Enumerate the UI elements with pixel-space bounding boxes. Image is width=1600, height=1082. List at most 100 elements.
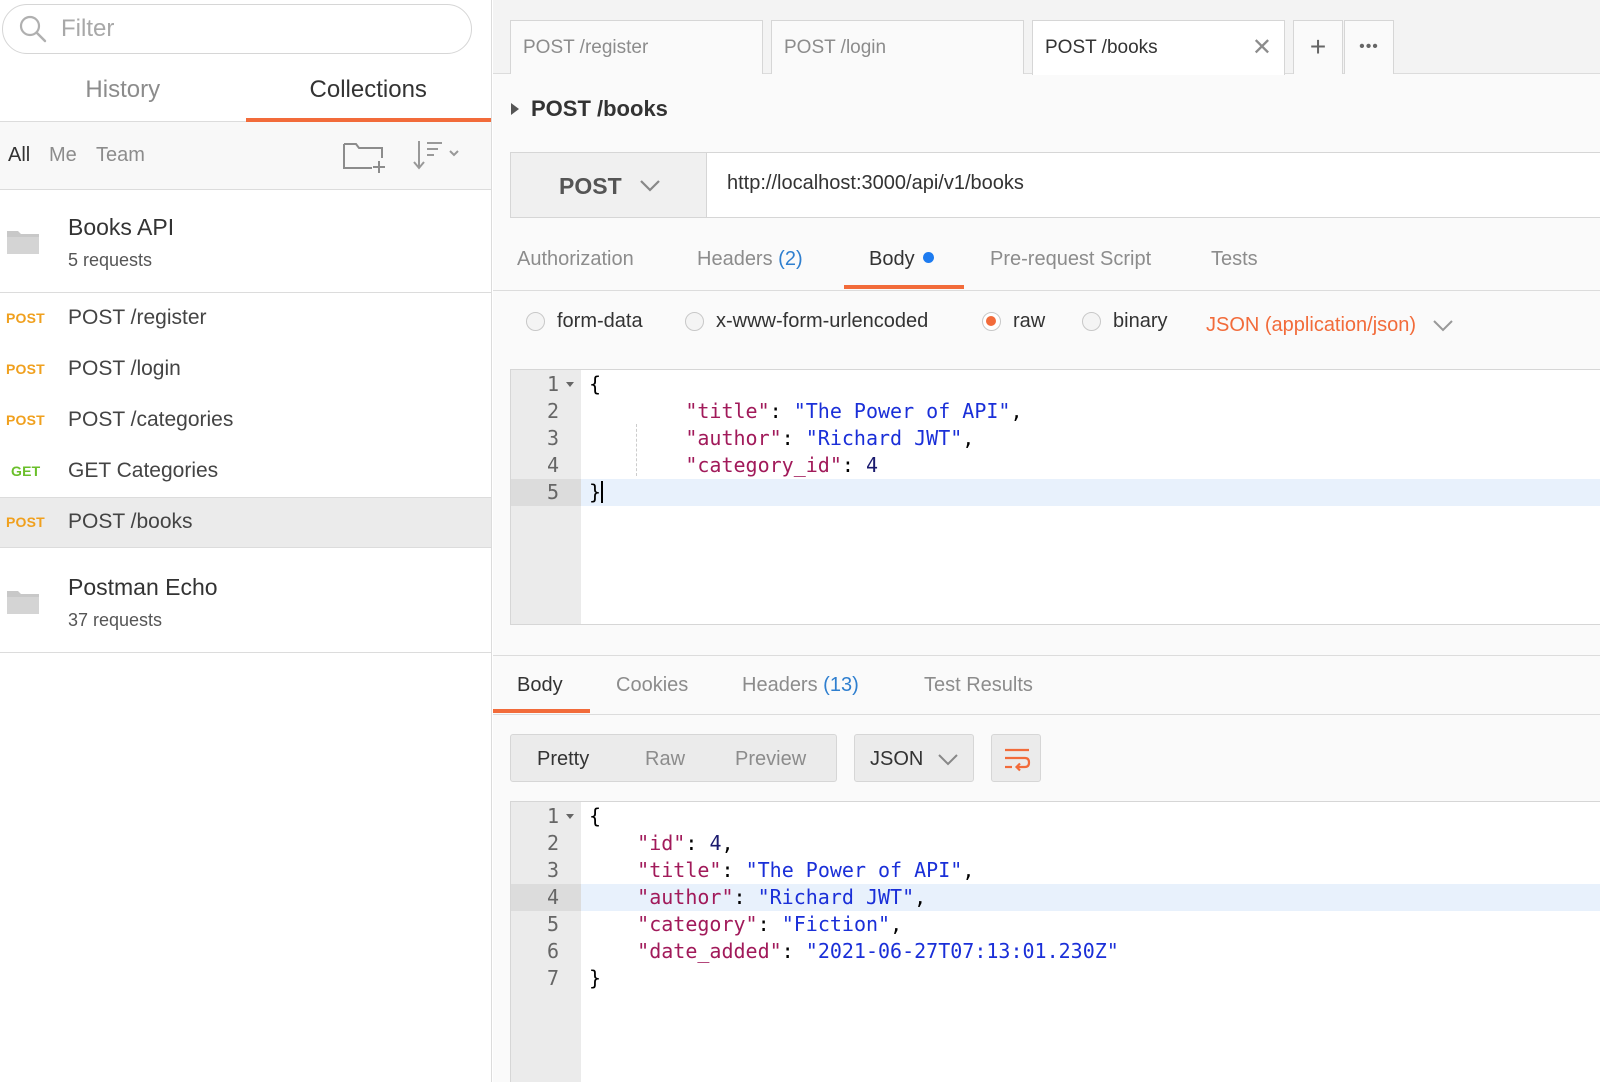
view-raw[interactable]: Raw <box>645 748 685 771</box>
chevron-down-icon <box>938 754 958 766</box>
code-line: 6 "date_added": "2021-06-27T07:13:01.230… <box>511 938 1600 965</box>
request-body-editor[interactable]: 1{ 2 "title": "The Power of API", 3 "aut… <box>510 369 1600 625</box>
code-value-text: Fiction <box>793 912 879 936</box>
new-folder-icon[interactable] <box>342 138 388 174</box>
close-icon[interactable]: ✕ <box>1252 33 1272 62</box>
request-title[interactable]: POST /books <box>511 96 668 122</box>
code-text: { <box>589 804 602 828</box>
tab-body[interactable]: Body <box>869 248 934 271</box>
tab-cookies[interactable]: Cookies <box>616 674 688 697</box>
tab-label: Headers <box>742 674 818 696</box>
code-line: 1{ <box>511 803 1600 830</box>
radio-circle <box>982 312 1001 331</box>
scope-all[interactable]: All <box>8 144 30 167</box>
url-bar: POST http://localhost:3000/api/v1/books <box>510 152 1600 218</box>
wrap-lines-button[interactable] <box>991 734 1041 782</box>
chevron-down-icon <box>1433 319 1453 331</box>
tab-authorization[interactable]: Authorization <box>517 248 634 271</box>
method-badge: POST <box>6 361 45 377</box>
line-number: 2 <box>546 399 559 423</box>
collection-name: Books API <box>68 214 175 240</box>
list-item-selected[interactable]: POST POST /books <box>0 497 491 548</box>
code-line: 4 "category_id": 4 <box>511 452 1600 479</box>
content-type-select[interactable]: JSON (application/json) <box>1206 314 1454 337</box>
response-body-viewer[interactable]: 1{ 2 "id": 4, 3 "title": "The Power of A… <box>510 801 1600 1082</box>
code-text: } <box>589 480 604 504</box>
sidebar: History Collections All Me Team Books AP… <box>0 0 492 1082</box>
line-number: 4 <box>511 884 581 911</box>
collection-postman-echo[interactable]: Postman Echo 37 requests <box>0 550 491 653</box>
request-name: POST /login <box>68 357 181 380</box>
tab-post-register[interactable]: POST /register <box>510 20 763 74</box>
radio-circle <box>685 312 704 331</box>
list-item[interactable]: POST POST /categories <box>0 396 491 447</box>
radio-x-www-form-urlencoded[interactable]: x-www-form-urlencoded <box>685 310 928 333</box>
tab-pre-request-script[interactable]: Pre-request Script <box>990 248 1151 271</box>
code-text: } <box>589 966 602 990</box>
tab-test-results[interactable]: Test Results <box>924 674 1033 697</box>
fold-icon[interactable] <box>566 382 574 387</box>
tab-label: POST /books <box>1045 37 1158 58</box>
tab-response-body[interactable]: Body <box>517 674 563 697</box>
list-item[interactable]: POST POST /login <box>0 345 491 396</box>
tab-post-login[interactable]: POST /login <box>771 20 1024 74</box>
view-pretty[interactable]: Pretty <box>537 748 589 771</box>
code-line: 2 "title": "The Power of API", <box>511 398 1600 425</box>
code-text: "category": "Fiction", <box>637 912 903 936</box>
tab-history[interactable]: History <box>0 62 246 121</box>
method-badge: POST <box>6 412 45 428</box>
list-item[interactable]: GET GET Categories <box>0 447 491 498</box>
radio-circle <box>1082 312 1101 331</box>
collection-books-api[interactable]: Books API 5 requests <box>0 190 491 293</box>
code-line: 5} <box>511 479 1600 506</box>
code-line: 7} <box>511 965 1600 992</box>
list-item[interactable]: POST POST /register <box>0 294 491 345</box>
code-text: "category_id": 4 <box>685 453 879 477</box>
code-value-text: Richard JWT <box>769 885 903 909</box>
filter-input[interactable] <box>61 15 441 43</box>
request-tabbar: POST /register POST /login POST /books ✕… <box>493 0 1600 75</box>
url-input[interactable]: http://localhost:3000/api/v1/books <box>727 172 1024 195</box>
fold-icon[interactable] <box>566 814 574 819</box>
collection-count: 5 requests <box>68 250 153 270</box>
tab-collections[interactable]: Collections <box>245 62 492 122</box>
headers-count: (13) <box>823 674 859 696</box>
format-value: JSON <box>870 748 924 770</box>
code-text: "title": "The Power of API", <box>637 858 975 882</box>
collection-name: Postman Echo <box>68 574 218 600</box>
more-tabs-button[interactable]: ••• <box>1344 20 1394 74</box>
request-name: POST /categories <box>68 408 234 431</box>
radio-label: binary <box>1113 310 1168 332</box>
scope-team[interactable]: Team <box>96 144 145 167</box>
view-preview[interactable]: Preview <box>735 748 806 771</box>
line-number: 4 <box>546 453 559 477</box>
active-tab-indicator <box>493 709 590 713</box>
line-number: 6 <box>546 939 559 963</box>
code-value: "The Power of API" <box>793 399 1011 423</box>
code-value-text: Richard JWT <box>817 426 951 450</box>
tab-post-books[interactable]: POST /books ✕ <box>1032 20 1285 75</box>
filter-box[interactable] <box>2 4 472 54</box>
request-name: POST /books <box>68 510 193 533</box>
tab-headers[interactable]: Headers (2) <box>697 248 803 271</box>
tab-response-headers[interactable]: Headers (13) <box>742 674 859 697</box>
scope-me[interactable]: Me <box>49 144 77 167</box>
code-text: "id": 4, <box>637 831 734 855</box>
new-tab-button[interactable]: + <box>1293 20 1343 74</box>
method-select[interactable]: POST <box>511 153 707 217</box>
tab-tests[interactable]: Tests <box>1211 248 1258 271</box>
sidebar-tabs: History Collections <box>0 62 491 122</box>
code-value-text: The Power of API <box>805 399 999 423</box>
tab-label: Headers <box>697 248 773 270</box>
radio-label: raw <box>1013 310 1046 332</box>
format-select[interactable]: JSON <box>854 734 974 782</box>
radio-raw[interactable]: raw <box>982 310 1045 333</box>
expand-icon <box>511 103 519 115</box>
code-line: 3 "title": "The Power of API", <box>511 857 1600 884</box>
code-text: "title": "The Power of API", <box>685 399 1023 423</box>
method-badge: POST <box>6 514 45 530</box>
sort-icon[interactable] <box>412 138 464 172</box>
radio-form-data[interactable]: form-data <box>526 310 643 333</box>
radio-binary[interactable]: binary <box>1082 310 1167 333</box>
method-badge: POST <box>6 310 45 326</box>
